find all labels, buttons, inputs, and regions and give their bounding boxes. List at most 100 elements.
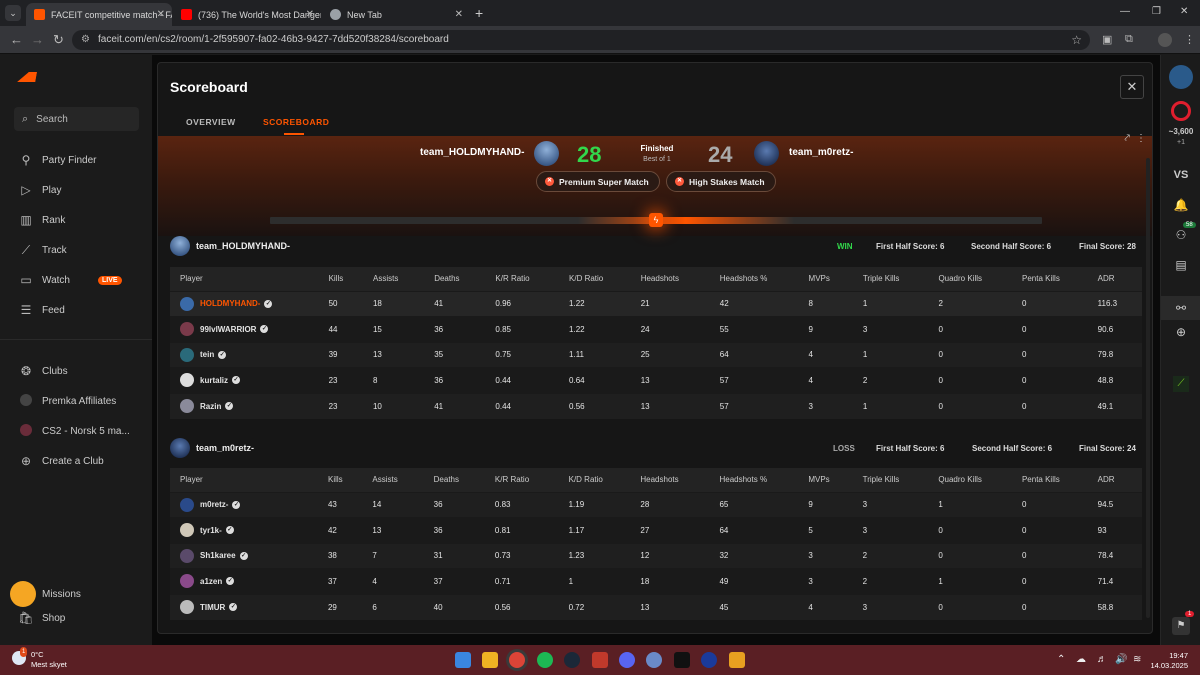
app-lightning-icon[interactable] [729,652,745,668]
player-name[interactable]: tyr1k- [200,526,222,535]
sidebar-item-create-club[interactable]: ⊕ Create a Club [18,454,104,468]
reload-icon[interactable]: ↻ [53,32,64,48]
app-shield-icon[interactable] [592,652,608,668]
sidebar-item-label: Party Finder [42,154,97,166]
table-row[interactable]: kurtaliz ✓ 23 8 36 0.44 0.64 13 57 4 2 0 0 48.8 [170,367,1142,393]
close-tab-icon[interactable]: ✕ [455,9,463,20]
stat-cell: 27 [630,517,710,543]
forward-icon[interactable]: → [31,32,44,47]
sidebar-item-missions[interactable]: Missions [10,581,81,607]
sidebar-item-cs2-norsk[interactable]: CS2 - Norsk 5 ma... [18,424,130,439]
spotify-icon[interactable] [537,652,553,668]
window-close-icon[interactable]: ✕ [1180,6,1188,17]
sidebar-item-party-finder[interactable]: ⚲ Party Finder [18,153,97,167]
sidebar-item-shop[interactable]: 🛍 Shop [18,611,65,625]
faceit-logo-icon[interactable] [17,72,37,82]
party-icon[interactable]: ⚯ [1161,296,1200,320]
address-bar[interactable]: ⚙ faceit.com/en/cs2/room/1-2f595907-fa02… [72,30,1090,50]
table-row[interactable]: tein ✓ 39 13 35 0.75 1.11 25 64 4 1 0 0 79.8 [170,341,1142,368]
close-tab-icon[interactable]: ✕ [157,9,165,20]
notifications-icon[interactable]: 🔔 [1161,198,1200,212]
table-row[interactable]: 99lvlWARRIOR ✓ 44 15 36 0.85 1.22 24 55 9 3 0 0 90.6 [170,316,1142,342]
windows-start-icon[interactable] [455,652,471,668]
close-tab-icon[interactable]: ✕ [306,9,314,20]
onedrive-icon[interactable]: ☁ [1076,654,1086,665]
tab-overview[interactable]: OVERVIEW [186,117,236,127]
player-avatar [180,347,194,362]
tab-new-tab[interactable]: New Tab ✕ [322,3,470,26]
tab-faceit[interactable]: FACEIT competitive match - FA ✕ [26,3,172,26]
player-cell: m0retz- ✓ [170,491,318,518]
bookmark-star-icon[interactable]: ☆ [1071,30,1082,50]
vs-button[interactable]: VS [1161,169,1200,181]
file-explorer-icon[interactable] [482,652,498,668]
sidebar-item-premka-affiliates[interactable]: Premka Affiliates [18,394,116,409]
screen: ⌄ FACEIT competitive match - FA ✕ (736) … [0,0,1200,675]
player-name[interactable]: 99lvlWARRIOR [200,325,256,334]
chat-bubble-icon[interactable]: ⚑ 1 [1161,611,1200,635]
stat-cell: 14 [362,491,424,518]
tab-search-icon[interactable]: ⌄ [5,5,21,21]
column-header: MVPs [798,267,853,291]
extension-icon[interactable]: ▣ [1102,33,1112,46]
chat-icon[interactable]: ▤ [1161,258,1200,272]
table-row[interactable]: HOLDMYHAND- ✓ 50 18 41 0.96 1.22 21 42 8 1 2 0 116.3 [170,290,1142,317]
player-name[interactable]: m0retz- [200,500,228,509]
discord-icon[interactable] [619,652,635,668]
table-row[interactable]: a1zen ✓ 37 4 37 0.71 1 18 49 3 2 1 0 71.4 [170,568,1142,594]
search-icon: ⌕ [22,112,29,125]
search-input[interactable]: ⌕ Search [14,107,139,131]
table-row[interactable]: TIMUR ✓ 29 6 40 0.56 0.72 13 45 4 3 0 0 58.8 [170,593,1142,620]
sidebar-item-clubs[interactable]: ❂ Clubs [18,364,68,378]
player-name[interactable]: Sh1karee [200,551,236,560]
column-header: Quadro Kills [928,267,1013,291]
app-arc-icon[interactable] [701,652,717,668]
modal-scrollbar[interactable] [1146,158,1150,618]
player-name[interactable]: HOLDMYHAND- [200,299,260,308]
player-name[interactable]: tein [200,350,214,359]
minimize-icon[interactable]: — [1120,6,1130,17]
steam-icon[interactable] [564,652,580,668]
system-clock[interactable]: 19:47 14.03.2025 [1150,651,1188,671]
more-options-icon[interactable]: ⋮ [1136,133,1146,144]
close-icon[interactable]: ✕ [1120,75,1144,99]
chrome-icon[interactable] [509,652,525,668]
player-name[interactable]: a1zen [200,577,222,586]
volume-icon[interactable]: 🔊 [1115,654,1127,665]
back-icon[interactable]: ← [10,32,23,47]
team1-first-half: First Half Score: 6 [876,242,945,251]
maximize-icon[interactable]: ❐ [1152,6,1161,17]
site-info-icon[interactable]: ⚙ [81,30,90,50]
friends-icon[interactable]: ⚇ 58 [1161,222,1200,242]
table-row[interactable]: tyr1k- ✓ 42 13 36 0.81 1.17 27 64 5 3 0 0 93 [170,517,1142,543]
new-tab-icon[interactable]: + [475,5,483,21]
table-row[interactable]: m0retz- ✓ 43 14 36 0.83 1.19 28 65 9 3 1 0 94.5 [170,491,1142,518]
badge-icon: ✕ [675,177,684,186]
add-icon[interactable]: ⊕ [1161,325,1200,339]
sidebar-item-label: Feed [42,304,65,316]
table-row[interactable]: Razin ✓ 23 10 41 0.44 0.56 13 57 3 1 0 0 49.1 [170,392,1142,419]
share-icon[interactable]: ⤤ [1124,133,1130,144]
app-drop-icon[interactable] [646,652,662,668]
user-avatar[interactable] [1161,65,1200,92]
player-name[interactable]: kurtaliz [200,376,228,385]
sidebar-item-rank[interactable]: ▥ Rank [18,213,65,227]
app-shortcut-icon[interactable]: ⟋ [1161,375,1200,392]
profile-avatar[interactable] [1158,33,1172,47]
table-row[interactable]: Sh1karee ✓ 38 7 31 0.73 1.23 12 32 3 2 0 0 78.4 [170,542,1142,569]
extensions-puzzle-icon[interactable]: ⧉ [1125,33,1133,46]
sidebar-item-feed[interactable]: ☰ Feed [18,303,65,317]
tray-chevron-up-icon[interactable]: ⌃ [1057,654,1065,665]
player-name[interactable]: TIMUR [200,603,225,612]
player-name[interactable]: Razin [200,402,221,411]
tab-youtube[interactable]: (736) The World's Most Danger ✕ [173,3,321,26]
faceit-app-icon[interactable] [674,652,690,668]
wifi-icon[interactable]: ≋ [1133,654,1141,665]
sidebar-item-play[interactable]: ▷ Play [18,183,61,197]
chrome-menu-icon[interactable]: ⋮ [1184,33,1195,46]
sidebar-item-watch[interactable]: ▭ Watch LIVE [18,273,122,287]
tab-scoreboard[interactable]: SCOREBOARD [263,117,329,127]
player-cell: TIMUR ✓ [170,593,318,620]
microphone-icon[interactable]: ♬ [1097,654,1107,665]
sidebar-item-track[interactable]: ⟋ Track [18,243,67,258]
